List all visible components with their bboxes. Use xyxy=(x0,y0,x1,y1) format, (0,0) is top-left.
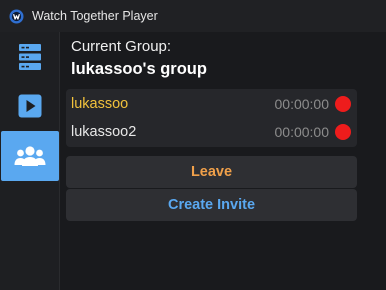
sidebar-item-group[interactable] xyxy=(1,131,59,181)
member-time: 00:00:00 xyxy=(274,124,330,140)
server-list-icon xyxy=(19,44,41,70)
play-icon xyxy=(18,94,42,118)
create-invite-button[interactable]: Create Invite xyxy=(66,189,357,221)
sidebar xyxy=(0,32,60,290)
group-name: lukassoo's group xyxy=(71,60,207,78)
title-bar[interactable]: Watch Together Player xyxy=(0,0,386,32)
sidebar-item-player[interactable] xyxy=(1,81,59,131)
app-logo-icon xyxy=(9,9,24,24)
group-panel: Current Group: lukassoo's group lukassoo… xyxy=(60,32,386,290)
leave-button[interactable]: Leave xyxy=(66,156,357,188)
status-dot-icon xyxy=(335,124,351,140)
member-row: lukassoo2 00:00:00 xyxy=(66,118,357,146)
member-row: lukassoo 00:00:00 xyxy=(66,90,357,118)
member-time: 00:00:00 xyxy=(274,96,330,112)
group-users-icon xyxy=(14,146,46,166)
member-name: lukassoo2 xyxy=(71,124,137,140)
member-list: lukassoo 00:00:00 lukassoo2 00:00:00 xyxy=(66,89,357,147)
sidebar-item-servers[interactable] xyxy=(1,32,59,82)
app-window: Watch Together Player Current Group: luk… xyxy=(0,0,386,290)
member-name: lukassoo xyxy=(71,96,129,112)
window-title: Watch Together Player xyxy=(32,9,158,23)
current-group-label: Current Group: xyxy=(71,38,172,55)
status-dot-icon xyxy=(335,96,351,112)
